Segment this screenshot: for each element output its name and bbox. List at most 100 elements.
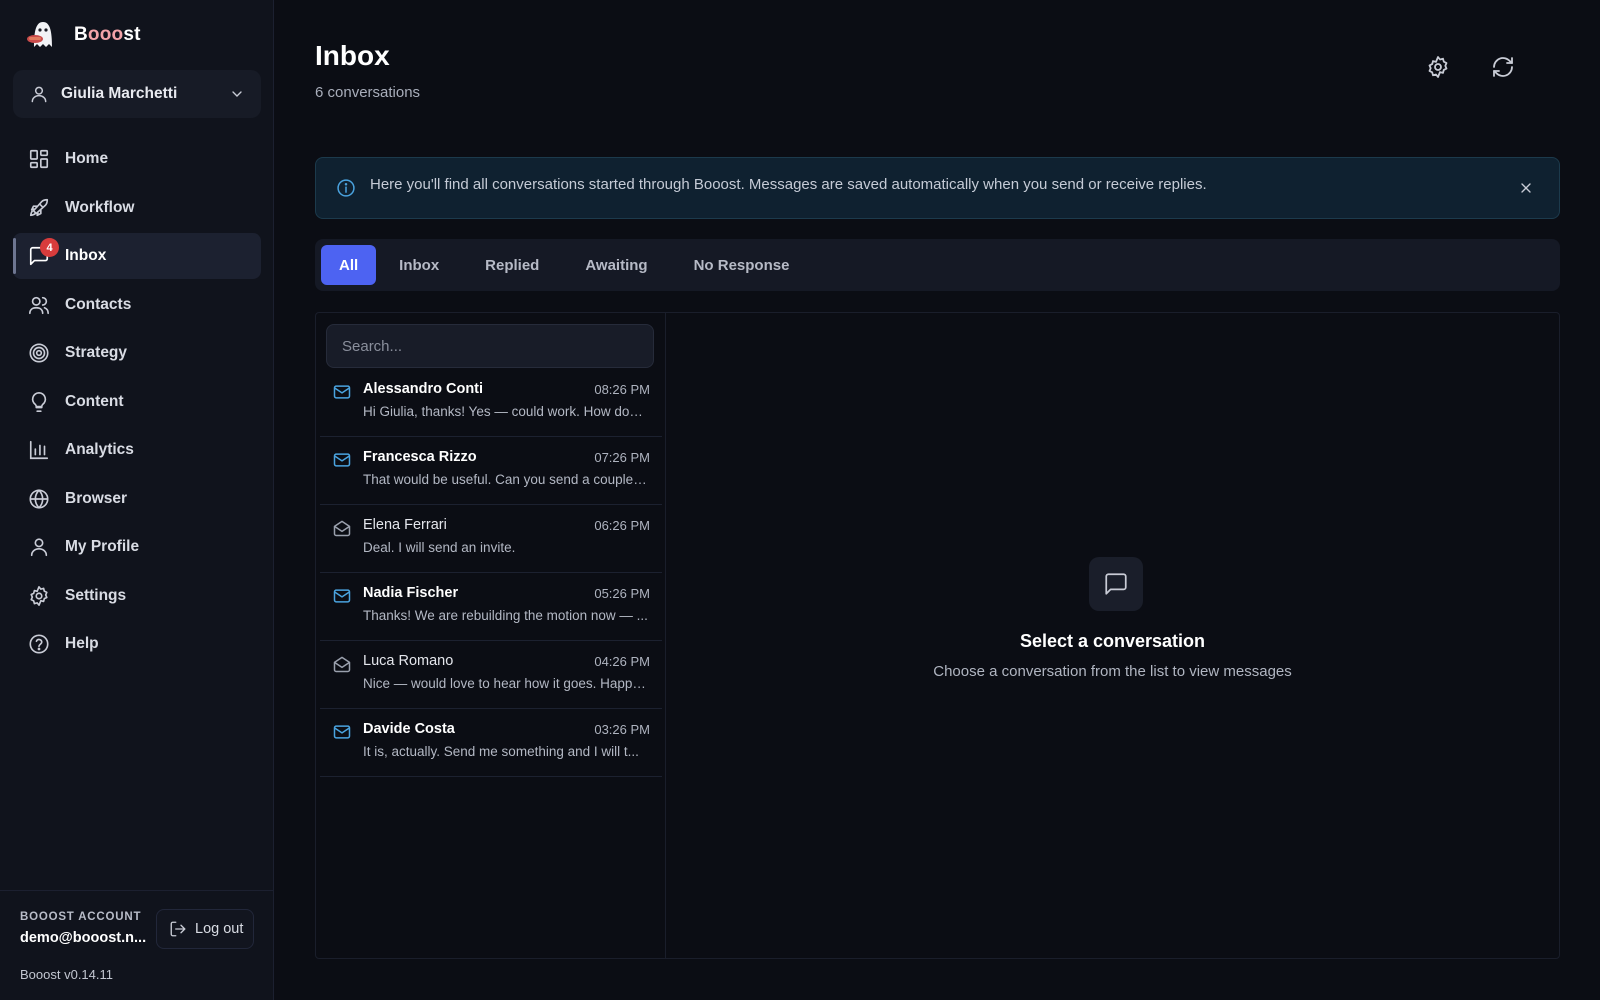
sidebar-item-label: Browser [65,489,128,507]
page-title: Inbox [315,40,390,71]
conversations-panel: Alessandro Conti 08:26 PM Hi Giulia, tha… [315,312,1560,959]
brand-name: Booost [74,24,141,45]
empty-state-subtitle: Choose a conversation from the list to v… [933,663,1292,680]
tab-no-response[interactable]: No Response [671,245,813,285]
conversation-preview: Deal. I will send an invite. [363,540,516,555]
conversation-item[interactable]: Francesca Rizzo 07:26 PM That would be u… [320,437,662,505]
sidebar-item-my-profile[interactable]: My Profile [13,524,261,570]
dismiss-banner-button[interactable] [1511,173,1541,203]
sidebar-item-label: Analytics [65,441,134,458]
mail-unread-icon [332,586,352,606]
conversation-list-column: Alessandro Conti 08:26 PM Hi Giulia, tha… [316,313,666,958]
mail-unread-icon [332,382,352,402]
account-name: Giulia Marchetti [61,85,178,102]
app-version: Booost v0.14.11 [20,967,113,982]
rocket-icon [28,197,50,219]
conversation-name: Davide Costa [363,721,455,737]
sidebar-item-label: Inbox [65,247,107,264]
target-icon [28,342,50,364]
conversation-time: 08:26 PM [594,382,650,397]
ghost-logo-icon [24,17,60,53]
conversation-item[interactable]: Davide Costa 03:26 PM It is, actually. S… [320,709,662,777]
conversation-time: 04:26 PM [594,654,650,669]
conversation-item[interactable]: Elena Ferrari 06:26 PM Deal. I will send… [320,505,662,573]
settings-button[interactable] [1421,50,1455,84]
tab-replied[interactable]: Replied [462,245,562,285]
refresh-icon [1491,55,1515,79]
user-icon [28,536,50,558]
gear-icon [1426,55,1450,79]
conversation-item[interactable]: Nadia Fischer 05:26 PM Thanks! We are re… [320,573,662,641]
sidebar-item-home[interactable]: Home [13,136,261,182]
sidebar-item-settings[interactable]: Settings [13,573,261,619]
mail-open-icon [332,654,352,674]
bar-chart-icon [28,439,50,461]
sidebar-item-inbox[interactable]: 4 Inbox [13,233,261,279]
sidebar-item-workflow[interactable]: Workflow [13,185,261,231]
message-square-icon [1103,571,1129,597]
conversation-name: Luca Romano [363,653,454,669]
empty-state-icon-box [1089,557,1143,611]
close-icon [1518,180,1534,196]
globe-icon [28,488,50,510]
sidebar-item-browser[interactable]: Browser [13,476,261,522]
users-icon [28,294,50,316]
sidebar-item-label: Contacts [65,295,132,313]
info-banner: Here you'll find all conversations start… [315,157,1560,219]
search-input[interactable] [326,324,654,368]
mail-unread-icon [332,450,352,470]
sidebar-item-help[interactable]: Help [13,621,261,667]
conversation-preview: Hi Giulia, thanks! Yes — could work. How… [363,404,648,419]
sidebar: Booost Giulia Marchetti Home Workflow 4 … [0,0,274,1000]
conversation-time: 05:26 PM [594,586,650,601]
account-label: BOOOST ACCOUNT [20,911,142,923]
brand[interactable]: Booost [24,16,141,54]
conversation-item[interactable]: Alessandro Conti 08:26 PM Hi Giulia, tha… [320,369,662,437]
sidebar-nav: Home Workflow 4 Inbox Contacts Strategy … [13,136,261,670]
sidebar-item-label: Help [65,635,99,652]
sidebar-item-contacts[interactable]: Contacts [13,282,261,328]
mail-unread-icon [332,722,352,742]
info-banner-text: Here you'll find all conversations start… [370,175,1207,193]
sidebar-item-content[interactable]: Content [13,379,261,425]
conversation-item[interactable]: Luca Romano 04:26 PM Nice — would love t… [320,641,662,709]
info-icon [336,178,356,198]
conversation-time: 06:26 PM [594,518,650,533]
refresh-button[interactable] [1486,50,1520,84]
conversation-list: Alessandro Conti 08:26 PM Hi Giulia, tha… [316,369,666,777]
conversation-time: 07:26 PM [594,450,650,465]
conversation-name: Nadia Fischer [363,585,459,601]
mail-open-icon [332,518,352,538]
logout-button[interactable]: Log out [156,909,254,949]
conversation-count: 6 conversations [315,84,421,101]
sidebar-item-label: Settings [65,586,127,604]
conversation-name: Francesca Rizzo [363,449,477,465]
conversation-preview: Nice — would love to hear how it goes. H… [363,676,648,691]
logout-label: Log out [195,921,244,937]
chevron-down-icon [229,86,245,102]
conversation-preview: Thanks! We are rebuilding the motion now… [363,608,648,623]
lightbulb-icon [28,391,50,413]
filter-tabs: All Inbox Replied Awaiting No Response [315,239,1560,291]
unread-count-badge: 4 [40,238,59,257]
help-circle-icon [28,633,50,655]
conversation-time: 03:26 PM [594,722,650,737]
account-selector[interactable]: Giulia Marchetti [13,70,261,118]
sidebar-item-analytics[interactable]: Analytics [13,427,261,473]
grid-icon [28,148,50,170]
sidebar-item-label: Workflow [65,198,135,216]
tab-awaiting[interactable]: Awaiting [562,245,670,285]
sidebar-item-label: Content [65,392,124,410]
sidebar-item-strategy[interactable]: Strategy [13,330,261,376]
sidebar-footer: BOOOST ACCOUNT demo@booost.n... Log out … [0,890,274,1000]
gear-icon [28,585,50,607]
conversation-preview: That would be useful. Can you send a cou… [363,472,648,487]
user-icon [29,84,49,104]
tab-all[interactable]: All [321,245,377,285]
sidebar-item-label: My Profile [65,538,140,555]
main-content: Inbox 6 conversations Here you'll find a… [275,0,1600,1000]
conversation-name: Alessandro Conti [363,381,484,397]
empty-state-title: Select a conversation [1019,631,1206,651]
logout-icon [169,920,187,938]
tab-inbox[interactable]: Inbox [376,245,462,285]
